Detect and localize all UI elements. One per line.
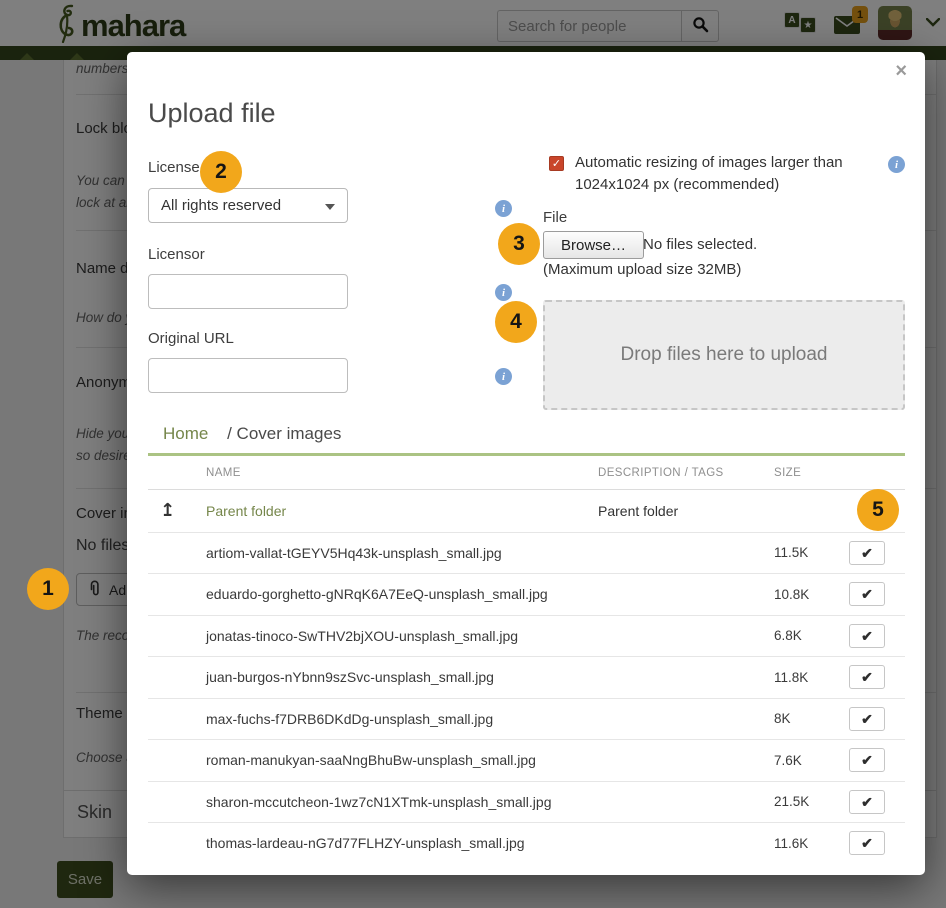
annotation-badge-3: 3 [498, 223, 540, 265]
select-file-button[interactable]: ✔ [849, 790, 885, 814]
annotation-badge-1: 1 [27, 568, 69, 610]
original-url-input[interactable] [148, 358, 348, 393]
file-name: sharon-mccutcheon-1wz7cN1XTmk-unsplash_s… [206, 794, 598, 810]
resize-checkbox[interactable]: ✓ [549, 156, 564, 171]
file-size: 11.8K [774, 670, 849, 685]
select-file-button[interactable]: ✔ [849, 624, 885, 648]
file-name: juan-burgos-nYbnn9szSvc-unsplash_small.j… [206, 669, 598, 685]
file-row: max-fuchs-f7DRB6DKdDg-unsplash_small.jpg… [148, 698, 905, 740]
file-size: 11.6K [774, 836, 849, 851]
file-table: NAME DESCRIPTION / TAGS SIZE ↥ Parent fo… [148, 456, 905, 864]
dropzone-text: Drop files here to upload [620, 344, 827, 366]
file-row: juan-burgos-nYbnn9szSvc-unsplash_small.j… [148, 656, 905, 698]
folder-breadcrumb: Home / Cover images [148, 424, 905, 456]
annotation-badge-5: 5 [857, 489, 899, 531]
file-row: artiom-vallat-tGEYV5Hq43k-unsplash_small… [148, 532, 905, 574]
original-url-info-icon[interactable]: i [495, 368, 512, 385]
file-size: 6.8K [774, 628, 849, 643]
parent-folder-description: Parent folder [598, 503, 774, 519]
name-column-header: NAME [206, 467, 598, 479]
license-selected-value: All rights reserved [161, 197, 281, 214]
file-table-header: NAME DESCRIPTION / TAGS SIZE [148, 456, 905, 490]
file-size: 7.6K [774, 753, 849, 768]
chevron-down-icon [325, 204, 335, 210]
file-label: File [543, 209, 567, 226]
license-info-icon[interactable]: i [495, 200, 512, 217]
license-select[interactable]: All rights reserved [148, 188, 348, 223]
select-file-button[interactable]: ✔ [849, 707, 885, 731]
parent-folder-row: ↥ Parent folder Parent folder [148, 490, 905, 532]
max-upload-size-text: (Maximum upload size 32MB) [543, 261, 741, 278]
parent-folder-link[interactable]: Parent folder [206, 503, 286, 519]
file-name: thomas-lardeau-nG7d77FLHZY-unsplash_smal… [206, 835, 598, 851]
annotation-badge-2: 2 [200, 151, 242, 193]
select-file-button[interactable]: ✔ [849, 748, 885, 772]
file-dropzone[interactable]: Drop files here to upload [543, 300, 905, 410]
size-column-header: SIZE [774, 467, 849, 479]
file-size: 11.5K [774, 545, 849, 560]
file-row: jonatas-tinoco-SwTHV2bjXOU-unsplash_smal… [148, 615, 905, 657]
licensor-info-icon[interactable]: i [495, 284, 512, 301]
select-file-button[interactable]: ✔ [849, 831, 885, 855]
description-column-header: DESCRIPTION / TAGS [598, 467, 774, 479]
file-row: roman-manukyan-saaNngBhuBw-unsplash_smal… [148, 739, 905, 781]
file-name: eduardo-gorghetto-gNRqK6A7EeQ-unsplash_s… [206, 586, 598, 602]
licensor-label: Licensor [148, 246, 205, 263]
file-row: sharon-mccutcheon-1wz7cN1XTmk-unsplash_s… [148, 781, 905, 823]
file-size: 8K [774, 711, 849, 726]
resize-info-icon[interactable]: i [888, 156, 905, 173]
select-file-button[interactable]: ✔ [849, 665, 885, 689]
file-rows: artiom-vallat-tGEYV5Hq43k-unsplash_small… [148, 532, 905, 864]
upload-file-modal: × Upload file License All rights reserve… [127, 52, 925, 875]
licensor-input[interactable] [148, 274, 348, 309]
breadcrumb-home-link[interactable]: Home [163, 424, 208, 443]
file-row: eduardo-gorghetto-gNRqK6A7EeQ-unsplash_s… [148, 573, 905, 615]
select-file-button[interactable]: ✔ [849, 541, 885, 565]
license-label: License [148, 159, 200, 176]
resize-option: ✓ Automatic resizing of images larger th… [549, 152, 869, 196]
file-name: roman-manukyan-saaNngBhuBw-unsplash_smal… [206, 752, 598, 768]
close-icon[interactable]: × [895, 60, 907, 83]
annotation-badge-4: 4 [495, 301, 537, 343]
level-up-icon: ↥ [160, 500, 175, 521]
file-size: 10.8K [774, 587, 849, 602]
resize-label: Automatic resizing of images larger than… [575, 152, 865, 196]
browse-button[interactable]: Browse… [543, 231, 644, 259]
file-name: artiom-vallat-tGEYV5Hq43k-unsplash_small… [206, 545, 598, 561]
file-name: jonatas-tinoco-SwTHV2bjXOU-unsplash_smal… [206, 628, 598, 644]
modal-title: Upload file [148, 98, 276, 129]
file-name: max-fuchs-f7DRB6DKdDg-unsplash_small.jpg [206, 711, 598, 727]
file-row: thomas-lardeau-nG7d77FLHZY-unsplash_smal… [148, 822, 905, 864]
select-file-button[interactable]: ✔ [849, 582, 885, 606]
breadcrumb-current: / Cover images [227, 424, 341, 443]
original-url-label: Original URL [148, 330, 234, 347]
no-files-selected-text: No files selected. [643, 236, 757, 253]
file-size: 21.5K [774, 794, 849, 809]
